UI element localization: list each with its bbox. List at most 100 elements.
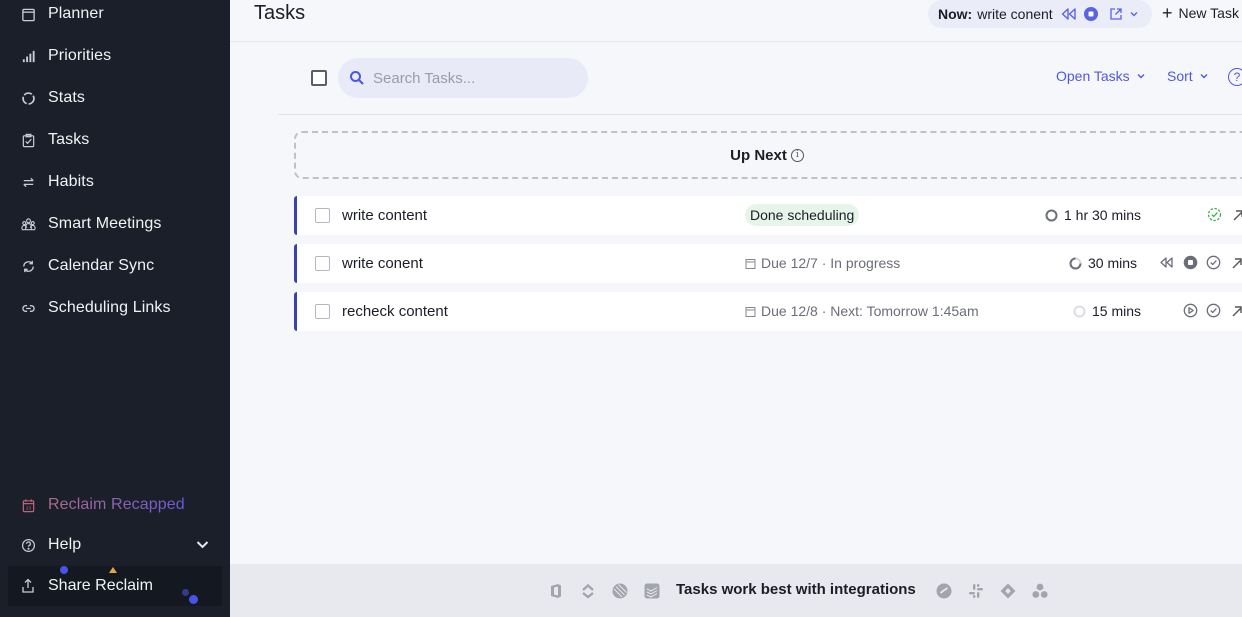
sort-button[interactable]: Sort — [1167, 68, 1209, 84]
progress-ring-icon — [1073, 305, 1086, 318]
asana-icon[interactable] — [1032, 583, 1048, 599]
sidebar-item-label: Reclaim Recapped — [48, 496, 185, 513]
integrations-message: Tasks work best with integrations — [676, 581, 916, 598]
search-bar[interactable] — [338, 58, 588, 98]
sidebar: Planner Priorities Stats Tasks Habits Sm… — [0, 0, 230, 617]
task-row[interactable]: recheck content Due 12/8 · Next: Tomorro… — [294, 292, 1242, 331]
sidebar-item-label: Priorities — [48, 47, 112, 64]
toolbar-divider — [278, 114, 1242, 115]
sidebar-item-label: Calendar Sync — [48, 257, 155, 274]
task-title[interactable]: write conent — [342, 255, 423, 272]
zapier-icon[interactable] — [1000, 583, 1016, 599]
calendar-icon — [20, 6, 36, 22]
task-checkbox[interactable] — [315, 256, 330, 271]
task-row[interactable]: write content Done scheduling 1 hr 30 mi… — [294, 196, 1242, 235]
restart-icon[interactable] — [1061, 7, 1077, 21]
search-icon — [349, 70, 365, 86]
people-icon — [20, 216, 36, 232]
new-task-button[interactable]: + New Task — [1162, 4, 1239, 22]
duration-text: 30 mins — [1088, 255, 1138, 271]
now-label: Now: — [938, 6, 973, 22]
sidebar-item-priorities[interactable]: Priorities — [0, 39, 230, 73]
task-duration: 30 mins — [1069, 255, 1137, 271]
sidebar-item-planner[interactable]: Planner — [0, 0, 230, 31]
task-actions — [1151, 255, 1242, 270]
done-scheduling-check-icon[interactable] — [1207, 207, 1222, 222]
up-next-label: Up Next — [730, 146, 787, 164]
jira-icon[interactable] — [580, 583, 596, 599]
task-title[interactable]: recheck content — [342, 303, 448, 320]
progress-ring-icon — [1045, 209, 1058, 222]
calendar-23-icon: 23 — [20, 497, 36, 513]
share-label: Share Reclaim — [48, 577, 153, 594]
page-title: Tasks — [254, 2, 306, 24]
filter-label: Open Tasks — [1056, 68, 1130, 84]
chevron-down-icon — [1136, 71, 1146, 81]
duration-text: 1 hr 30 mins — [1064, 207, 1142, 223]
office-icon[interactable] — [548, 583, 564, 599]
new-task-label: New Task — [1178, 5, 1239, 21]
calendar-icon — [745, 258, 756, 269]
open-tasks-filter[interactable]: Open Tasks — [1056, 68, 1146, 84]
confetti-dot — [189, 595, 198, 604]
task-title[interactable]: write content — [342, 207, 427, 224]
task-actions — [1175, 303, 1242, 318]
task-duration: 1 hr 30 mins — [1045, 207, 1141, 223]
stop-icon[interactable] — [1083, 6, 1099, 22]
status-badge: Done scheduling — [745, 204, 860, 226]
task-due: Due 12/8 · Next: Tomorrow 1:45am — [745, 303, 979, 319]
confetti-dot — [182, 589, 189, 596]
ring-chart-icon — [20, 90, 36, 106]
stop-icon[interactable] — [1183, 255, 1198, 270]
sidebar-item-tasks[interactable]: Tasks — [0, 123, 230, 157]
sidebar-item-label: Scheduling Links — [48, 299, 171, 316]
integrations-bar[interactable]: Tasks work best with integrations — [230, 564, 1242, 617]
sidebar-item-calendar-sync[interactable]: Calendar Sync — [0, 249, 230, 283]
bar-signal-icon — [20, 48, 36, 64]
header-divider — [230, 41, 1242, 42]
now-task-title[interactable]: write conent — [977, 6, 1052, 22]
task-checkbox[interactable] — [315, 208, 330, 223]
confetti-triangle — [109, 567, 117, 573]
clipboard-check-icon — [20, 132, 36, 148]
calendar-icon — [745, 306, 756, 317]
sidebar-item-reclaim-recapped[interactable]: 23 Reclaim Recapped — [0, 488, 230, 522]
sort-label: Sort — [1167, 68, 1193, 84]
sidebar-item-smart-meetings[interactable]: Smart Meetings — [0, 207, 230, 241]
chevron-down-icon — [1199, 71, 1209, 81]
info-icon[interactable]: i — [790, 148, 804, 162]
open-task-arrow-icon[interactable] — [1231, 257, 1242, 269]
help-icon[interactable]: ? — [1228, 68, 1242, 86]
task-row[interactable]: write conent Due 12/7 · In progress 30 m… — [294, 244, 1242, 283]
search-input[interactable] — [373, 69, 573, 87]
external-link-icon[interactable] — [1109, 7, 1123, 21]
sidebar-item-scheduling-links[interactable]: Scheduling Links — [0, 291, 230, 325]
slack-icon[interactable] — [968, 583, 984, 599]
now-playing-pill[interactable]: Now: write conent — [928, 0, 1152, 28]
sidebar-item-habits[interactable]: Habits — [0, 165, 230, 199]
complete-check-icon[interactable] — [1206, 303, 1221, 318]
complete-check-icon[interactable] — [1206, 255, 1221, 270]
repeat-icon — [20, 174, 36, 190]
play-icon[interactable] — [1183, 303, 1198, 318]
up-next-dropzone[interactable]: Up Next i — [294, 131, 1242, 179]
sidebar-item-label: Planner — [48, 5, 104, 22]
select-all-checkbox[interactable] — [311, 70, 327, 86]
open-task-arrow-icon[interactable] — [1232, 209, 1242, 221]
question-circle-icon — [20, 537, 36, 553]
sidebar-item-stats[interactable]: Stats — [0, 81, 230, 115]
chevron-down-icon[interactable] — [1129, 9, 1139, 19]
task-checkbox[interactable] — [315, 304, 330, 319]
chevron-down-icon[interactable] — [195, 537, 210, 557]
restart-icon[interactable] — [1159, 256, 1175, 269]
todoist-icon[interactable] — [644, 583, 660, 599]
open-task-arrow-icon[interactable] — [1231, 305, 1242, 317]
sidebar-item-label: Help — [48, 536, 82, 553]
confetti-dot — [60, 566, 68, 574]
clickup-icon[interactable] — [936, 583, 952, 599]
sidebar-item-label: Stats — [48, 89, 85, 106]
sidebar-item-help[interactable]: Help — [0, 528, 230, 562]
linear-icon[interactable] — [612, 583, 628, 599]
task-due: Due 12/7 · In progress — [745, 255, 900, 271]
progress-ring-icon — [1069, 257, 1082, 270]
